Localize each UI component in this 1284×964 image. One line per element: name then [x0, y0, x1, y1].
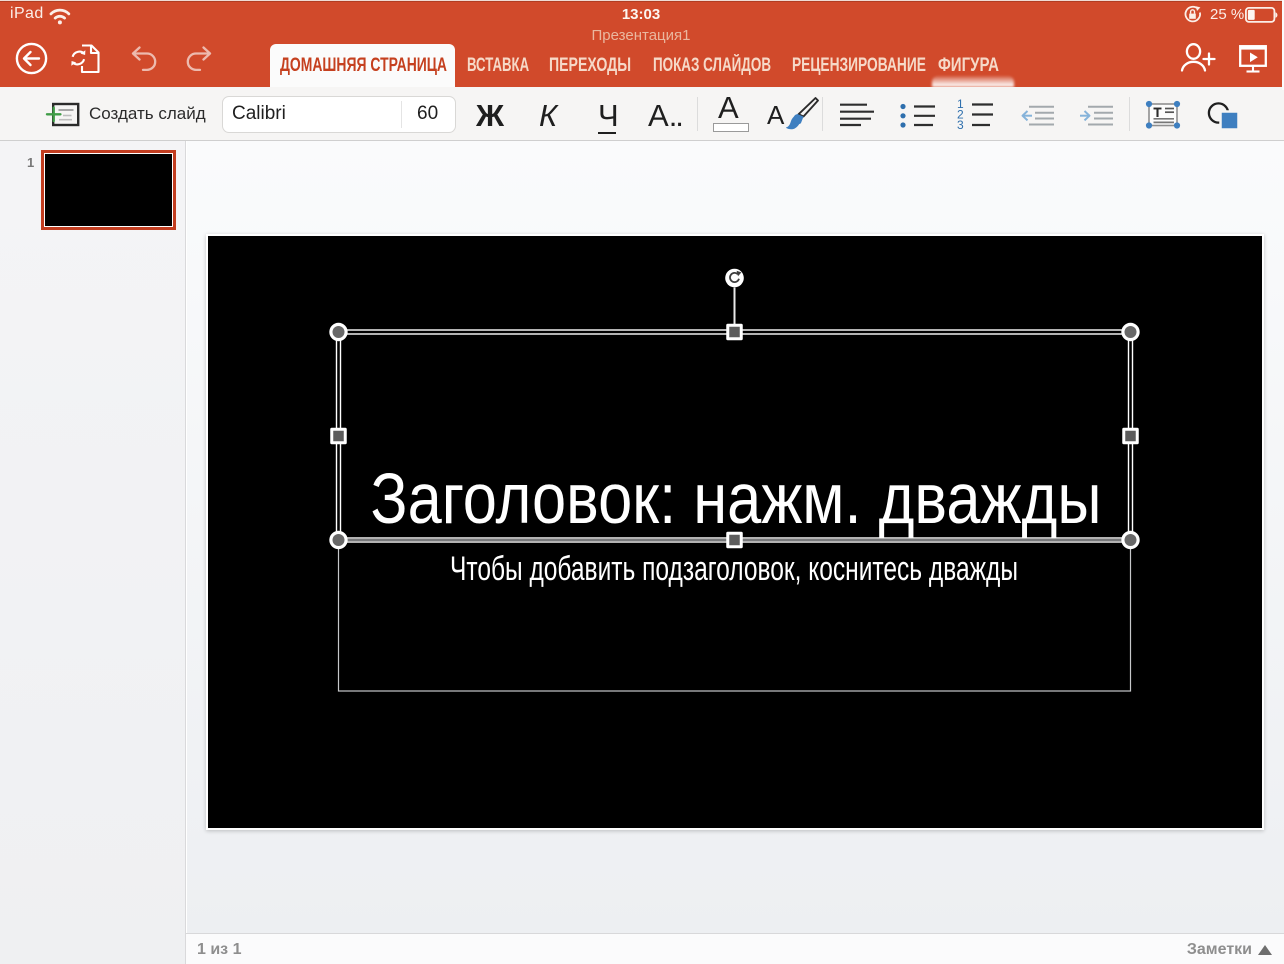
- svg-text:Заголовок: нажм. дважды: Заголовок: нажм. дважды: [371, 460, 1102, 539]
- svg-text:3: 3: [957, 118, 964, 130]
- svg-text:Чтобы добавить подзаголовок, к: Чтобы добавить подзаголовок, коснитесь д…: [450, 550, 1018, 588]
